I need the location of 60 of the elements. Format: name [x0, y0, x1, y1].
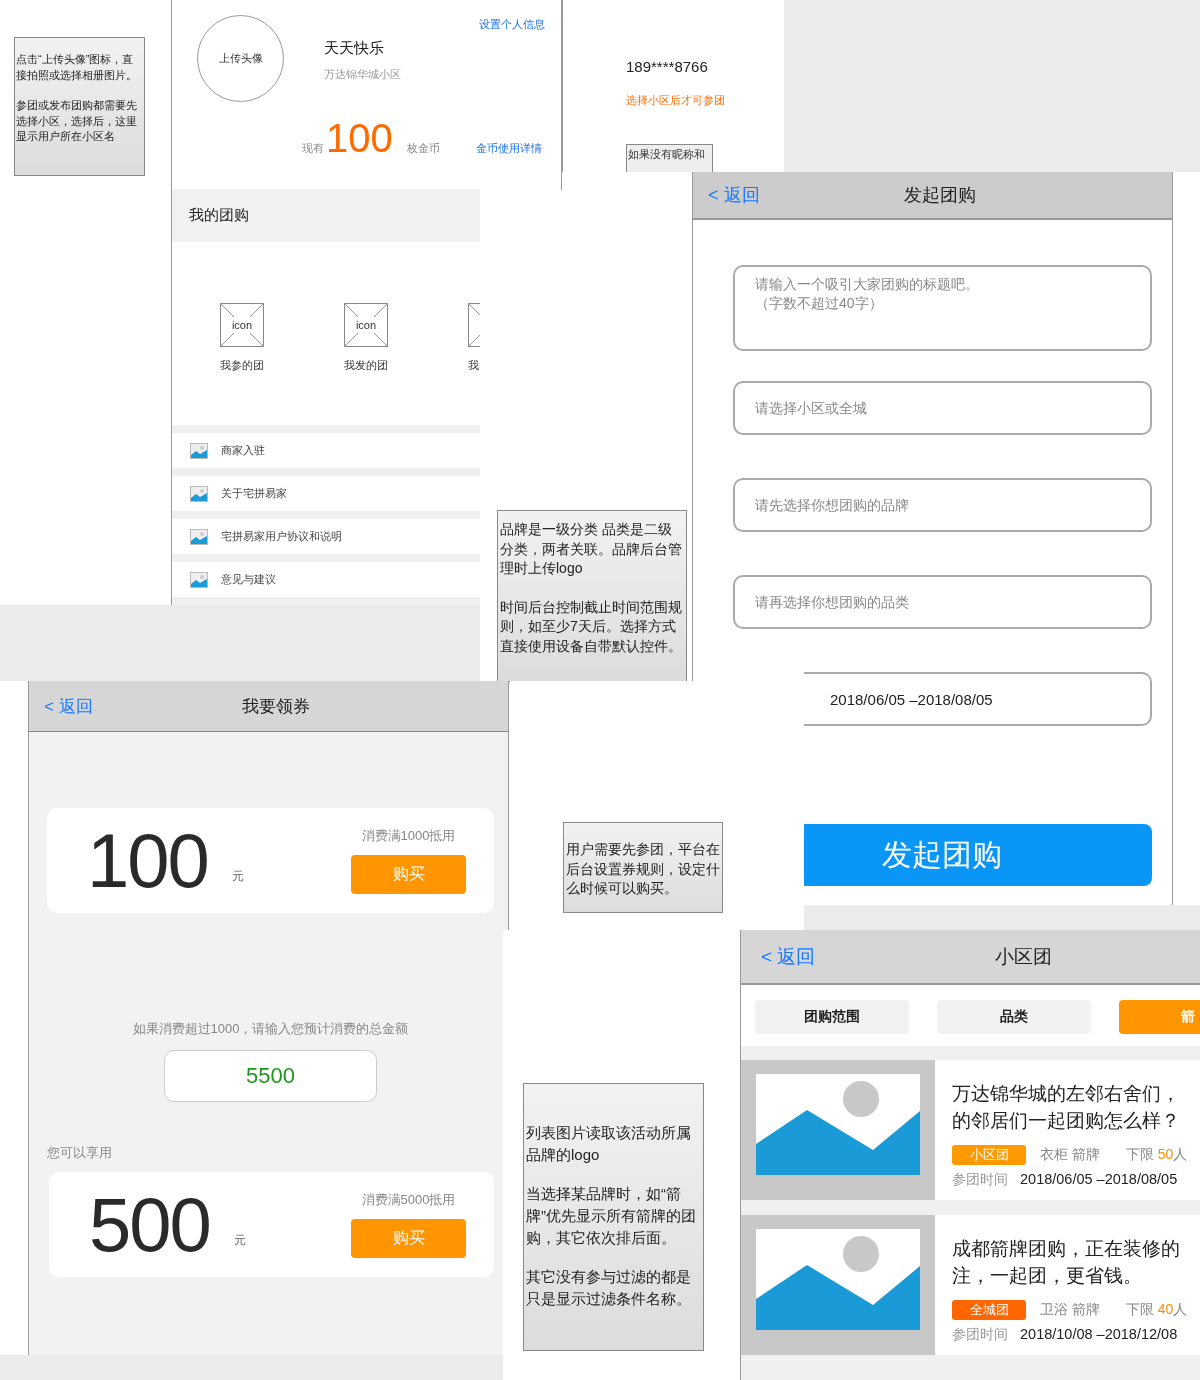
coupon-condition: 消费满5000抵用 — [361, 1191, 456, 1209]
section-header: 我的团购 — [172, 189, 480, 242]
select-field[interactable]: 请先选择你想团购的品牌 — [733, 478, 1152, 532]
image-icon — [190, 485, 208, 502]
icon-placeholder[interactable]: icon — [344, 303, 388, 347]
shortcut-label[interactable]: 我 — [468, 358, 479, 373]
image-icon — [190, 528, 208, 545]
coin-unit: 枚金币 — [406, 141, 440, 156]
settings-link[interactable]: 设置个人信息 — [479, 15, 545, 32]
join-time-label: 参团时间 — [952, 1326, 1008, 1344]
annotation-note: 列表图片读取该活动所属品牌的logo 当选择某品牌时，如“箭牌”优先显示所有箭牌的团购，其它依次排后面。 其它没有参与过滤的都是只是显示过滤条件名称。 — [523, 1083, 704, 1351]
listing-title: 成都箭牌团购，正在装修的 注，一起团，更省钱。 — [952, 1237, 1181, 1288]
screen-title: 小区团 — [995, 944, 1052, 969]
community-name: 万达锦华城小区 — [324, 67, 402, 82]
screen-title: 发起团购 — [904, 184, 976, 207]
currency-unit: 元 — [233, 1232, 246, 1249]
annotation-note: 品牌是一级分类 品类是二级分类，两者关联。品牌后台管理时上传logo 时间后台控制截止时间范围规则，如至少7天后。选择方式直接使用设备自带默认控件。 — [497, 510, 687, 682]
participant-minimum: 下限 40人 — [1125, 1301, 1188, 1319]
filter-tab[interactable]: 品类 — [937, 1000, 1091, 1034]
listing-category: 卫浴 箭牌 — [1040, 1301, 1100, 1319]
select-field[interactable]: 请再选择你想团购的品类 — [733, 575, 1152, 629]
listing-title: 万达锦华城的左邻右舍们， 的邻居们一起团购怎么样？ — [952, 1082, 1181, 1133]
title-field[interactable]: 请输入一个吸引大家团购的标题吧。（字数不超过40字） — [733, 265, 1152, 351]
shortcut-label[interactable]: 我发的团 — [344, 358, 388, 373]
image-icon — [190, 442, 208, 459]
coin-count: 100 — [326, 118, 393, 158]
image-icon — [190, 571, 208, 588]
filter-tab[interactable]: 团购范围 — [755, 1000, 909, 1034]
amount-field[interactable]: 5500 — [164, 1050, 377, 1102]
join-time-value: 2018/06/05 –2018/08/05 — [1020, 1171, 1178, 1187]
coupon-amount: 100 — [87, 822, 208, 899]
shortcut-label[interactable]: 我参的团 — [220, 358, 264, 373]
group-listing[interactable]: 万达锦华城的左邻右舍们， 的邻居们一起团购怎么样？ 小区团 衣柜 箭牌 下限 50人 参团时间 2018/06/05 –2018/08/05 — [741, 1060, 1200, 1200]
select-field[interactable]: 请选择小区或全城 — [733, 381, 1152, 435]
image-placeholder-icon — [756, 1229, 920, 1330]
result-label: 您可以享用 — [47, 1144, 113, 1162]
annotation-note: 点击“上传头像”图标，直接拍照或选择相册图片。 参团或发布团购都需要先选择小区，选择后，这里显示用户所在小区名 — [14, 37, 145, 176]
coupon-condition: 消费满1000抵用 — [361, 827, 456, 845]
screen-title: 我要领券 — [242, 695, 310, 718]
coin-prefix: 现有 — [302, 141, 324, 156]
coupon-amount: 500 — [89, 1186, 210, 1263]
join-time-label: 参团时间 — [952, 1171, 1008, 1189]
annotation-note: 用户需要先参团，平台在后台设置券规则，设定什么时候可以购买。 — [563, 822, 723, 913]
scope-tag: 全城团 — [952, 1300, 1026, 1320]
group-listing[interactable]: 成都箭牌团购，正在装修的 注，一起团，更省钱。 全城团 卫浴 箭牌 下限 40人 参团时间 2018/10/08 –2018/12/08 — [741, 1215, 1200, 1355]
coin-details-link[interactable]: 金币使用详情 — [475, 139, 542, 156]
nickname: 天天快乐 — [324, 39, 385, 58]
avatar-upload-button[interactable]: 上传头像 — [197, 15, 284, 102]
icon-placeholder[interactable]: icon — [220, 303, 264, 347]
listing-category: 衣柜 箭牌 — [1040, 1146, 1100, 1164]
amount-prompt: 如果消费超过1000，请输入您预计消费的总金额 — [131, 1020, 410, 1038]
currency-unit: 元 — [231, 868, 244, 885]
join-time-value: 2018/10/08 –2018/12/08 — [1020, 1326, 1178, 1342]
community-hint: 选择小区后才可参团 — [626, 93, 726, 108]
phone-number: 189****8766 — [626, 58, 709, 75]
participant-minimum: 下限 50人 — [1125, 1146, 1188, 1164]
scope-tag: 小区团 — [952, 1145, 1026, 1165]
date-range-field[interactable]: 2018/06/05 –2018/08/05 — [804, 672, 1152, 726]
image-placeholder-icon — [756, 1074, 920, 1175]
annotation-note: 如果没有昵称和 — [626, 144, 713, 172]
